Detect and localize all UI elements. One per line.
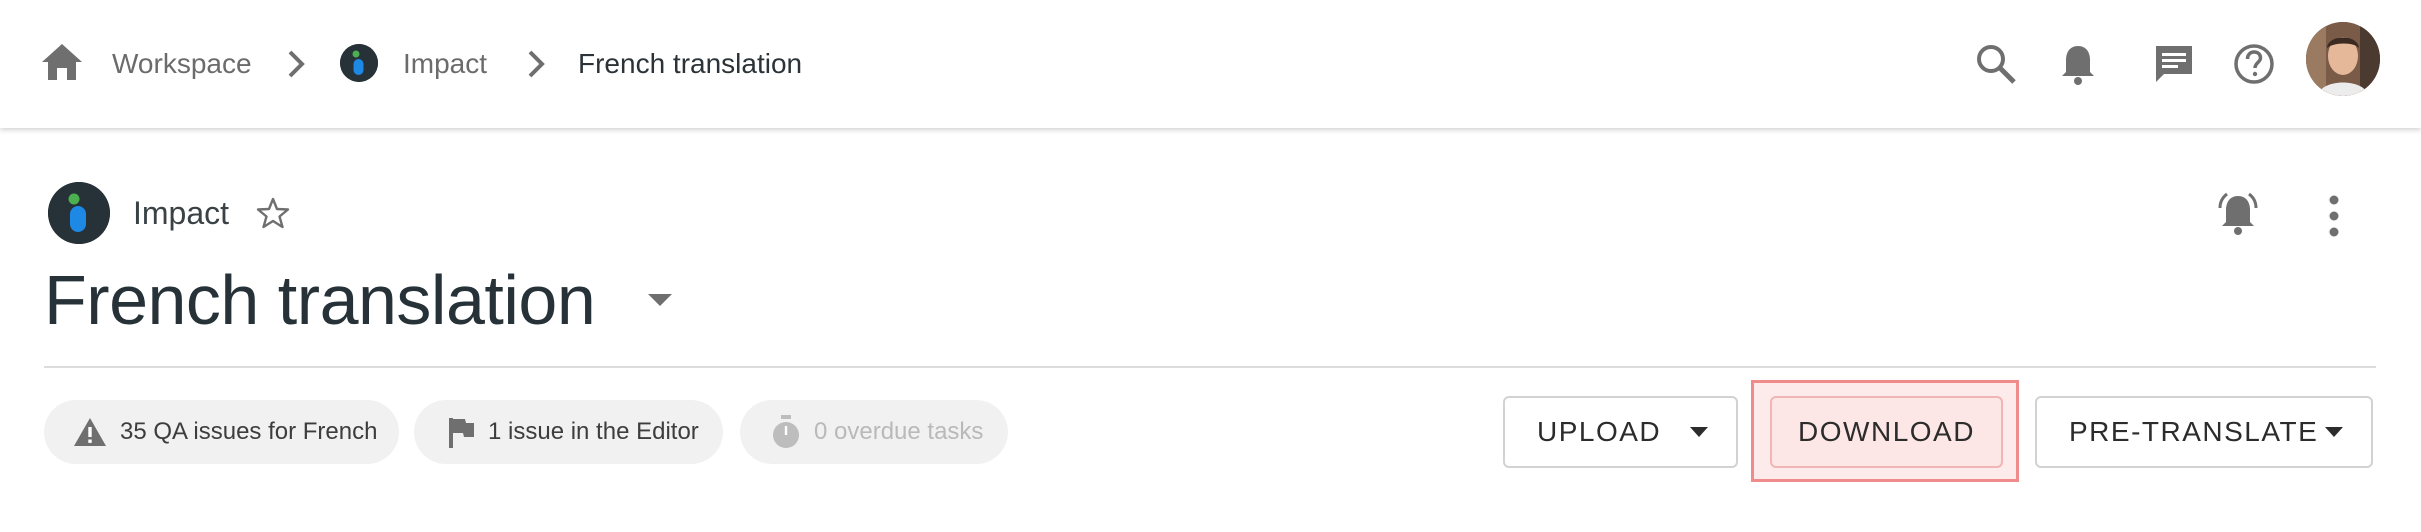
download-label: DOWNLOAD — [1798, 416, 1975, 447]
upload-button[interactable]: UPLOAD — [1503, 396, 1738, 468]
home-icon[interactable] — [40, 42, 84, 82]
search-icon[interactable] — [1974, 42, 2018, 86]
upload-label: UPLOAD — [1537, 416, 1662, 447]
notifications-bell-icon[interactable] — [2214, 190, 2262, 238]
breadcrumb-impact[interactable]: Impact — [403, 50, 487, 78]
project-logo-icon — [340, 44, 378, 82]
warning-icon — [74, 418, 106, 446]
editor-issues-label: 1 issue in the Editor — [488, 418, 699, 445]
chevron-down-icon — [2325, 427, 2343, 437]
bell-icon[interactable] — [2056, 42, 2100, 86]
qa-issues-chip[interactable]: 35 QA issues for French — [44, 400, 399, 464]
page-title: French translation — [44, 261, 596, 339]
pre-translate-button[interactable]: PRE-TRANSLATE — [2035, 396, 2373, 468]
chevron-down-icon — [1690, 427, 1708, 437]
breadcrumb-current: French translation — [578, 48, 803, 79]
top-bar: Workspace Impact French translation — [0, 0, 2421, 128]
header-divider — [44, 366, 2376, 368]
editor-issues-chip[interactable]: 1 issue in the Editor — [414, 400, 723, 464]
chevron-right-icon — [276, 44, 316, 84]
more-vert-icon[interactable] — [2322, 194, 2346, 238]
download-button[interactable]: DOWNLOAD — [1770, 396, 2003, 468]
overdue-tasks-chip: 0 overdue tasks — [740, 400, 1008, 464]
qa-issues-label: 35 QA issues for French — [120, 418, 378, 445]
overdue-tasks-label: 0 overdue tasks — [814, 418, 984, 445]
help-icon[interactable] — [2232, 42, 2276, 86]
breadcrumb-workspace[interactable]: Workspace — [112, 50, 252, 78]
project-logo-icon — [48, 182, 110, 244]
star-icon[interactable] — [256, 196, 290, 230]
title-dropdown-icon[interactable] — [642, 284, 678, 316]
user-avatar[interactable] — [2306, 22, 2380, 96]
pre-translate-label: PRE-TRANSLATE — [2069, 416, 2319, 447]
chevron-right-icon — [516, 44, 556, 84]
flag-icon — [449, 418, 474, 448]
project-name[interactable]: Impact — [133, 197, 229, 229]
chat-icon[interactable] — [2152, 42, 2196, 86]
timer-icon — [773, 415, 799, 448]
